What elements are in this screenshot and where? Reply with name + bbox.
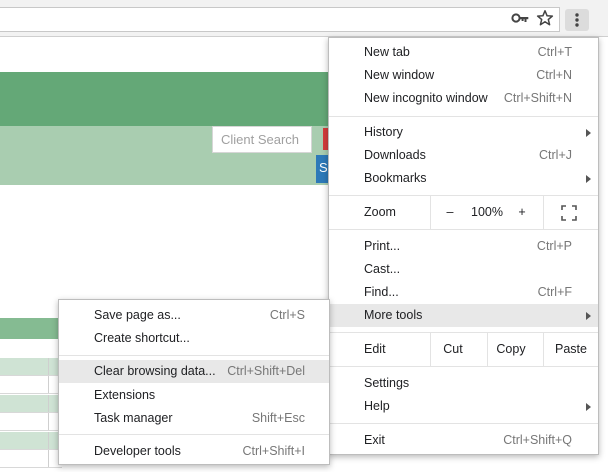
menu-item-help[interactable]: Help — [329, 395, 598, 418]
client-search-input[interactable]: Client Search — [212, 126, 312, 153]
zoom-level: 100% — [471, 205, 503, 219]
zoom-divider — [430, 196, 431, 229]
menu-item-label: Developer tools — [94, 444, 181, 458]
menu-item-bookmarks[interactable]: Bookmarks — [329, 167, 598, 190]
menu-item-label: History — [364, 125, 403, 139]
table-row — [0, 432, 62, 450]
table-row — [0, 395, 62, 413]
toolbar-band — [0, 153, 330, 185]
menu-item-label: Help — [364, 399, 390, 413]
fullscreen-icon[interactable] — [561, 205, 577, 221]
menu-item-create-shortcut[interactable]: Create shortcut... — [59, 327, 329, 350]
submenu-arrow-icon — [586, 312, 591, 320]
menu-item-save-page-as[interactable]: Save page as... Ctrl+S — [59, 304, 329, 327]
star-icon[interactable] — [536, 9, 554, 27]
chrome-main-menu: New tab Ctrl+T New window Ctrl+N New inc… — [328, 37, 599, 455]
menu-item-developer-tools[interactable]: Developer tools Ctrl+Shift+I — [59, 440, 329, 463]
menu-item-shortcut: Ctrl+T — [537, 45, 572, 59]
edit-label: Edit — [364, 342, 386, 356]
menu-item-label: Extensions — [94, 388, 156, 402]
more-tools-submenu: Save page as... Ctrl+S Create shortcut..… — [58, 299, 330, 465]
menu-item-clear-browsing-data[interactable]: Clear browsing data... Ctrl+Shift+Del — [59, 360, 329, 383]
zoom-label: Zoom — [364, 205, 396, 219]
menu-item-shortcut: Ctrl+S — [269, 308, 305, 322]
menu-item-label: More tools — [364, 308, 423, 322]
table-row — [0, 358, 62, 376]
zoom-row: Zoom – 100% + — [329, 196, 598, 229]
menu-item-shortcut: Ctrl+Shift+Q — [503, 433, 572, 447]
menu-item-settings[interactable]: Settings — [329, 372, 598, 395]
menu-item-shortcut: Ctrl+P — [536, 239, 572, 253]
menu-item-label: Task manager — [94, 411, 173, 425]
menu-item-label: New tab — [364, 45, 410, 59]
browser-toolbar — [0, 0, 608, 37]
menu-item-shortcut: Ctrl+N — [536, 68, 572, 82]
menu-item-shortcut: Shift+Esc — [251, 411, 305, 425]
menu-item-label: Save page as... — [94, 308, 181, 322]
menu-item-label: Create shortcut... — [94, 331, 190, 345]
menu-item-label: New window — [364, 68, 435, 82]
address-bar[interactable] — [0, 7, 560, 32]
cut-button[interactable]: Cut — [431, 342, 475, 356]
menu-separator — [329, 423, 598, 424]
menu-item-new-tab[interactable]: New tab Ctrl+T — [329, 41, 598, 64]
menu-item-exit[interactable]: Exit Ctrl+Shift+Q — [329, 429, 598, 452]
key-icon[interactable] — [511, 10, 529, 26]
menu-item-label: New incognito window — [364, 91, 488, 105]
menu-item-label: Find... — [364, 285, 399, 299]
menu-item-extensions[interactable]: Extensions — [59, 384, 329, 407]
table-header — [0, 318, 62, 339]
menu-separator — [59, 434, 329, 435]
menu-separator — [59, 355, 329, 356]
table-row — [0, 376, 62, 394]
zoom-in-button[interactable]: + — [514, 205, 530, 219]
menu-item-downloads[interactable]: Downloads Ctrl+J — [329, 144, 598, 167]
menu-item-more-tools[interactable]: More tools — [329, 304, 598, 327]
menu-item-history[interactable]: History — [329, 121, 598, 144]
submenu-arrow-icon — [586, 175, 591, 183]
menu-item-new-incognito-window[interactable]: New incognito window Ctrl+Shift+N — [329, 87, 598, 110]
menu-item-label: Downloads — [364, 148, 426, 162]
submenu-arrow-icon — [586, 129, 591, 137]
menu-item-label: Bookmarks — [364, 171, 427, 185]
menu-item-shortcut: Ctrl+Shift+I — [242, 444, 305, 458]
menu-separator — [329, 116, 598, 117]
menu-item-label: Clear browsing data... — [94, 364, 216, 378]
zoom-out-button[interactable]: – — [441, 205, 459, 219]
menu-separator — [329, 229, 598, 230]
menu-item-cast[interactable]: Cast... — [329, 258, 598, 281]
menu-item-shortcut: Ctrl+F — [537, 285, 572, 299]
page-header-band — [0, 72, 330, 126]
more-vert-icon[interactable] — [565, 9, 589, 31]
menu-item-label: Print... — [364, 239, 401, 253]
menu-item-new-window[interactable]: New window Ctrl+N — [329, 64, 598, 87]
menu-separator — [329, 366, 598, 367]
table-row — [0, 413, 62, 431]
copy-button[interactable]: Copy — [488, 342, 534, 356]
menu-item-shortcut: Ctrl+Shift+Del — [227, 364, 305, 378]
menu-item-label: Exit — [364, 433, 385, 447]
menu-item-task-manager[interactable]: Task manager Shift+Esc — [59, 407, 329, 430]
menu-item-label: Settings — [364, 376, 410, 390]
zoom-divider — [543, 196, 544, 229]
menu-item-find[interactable]: Find... Ctrl+F — [329, 281, 598, 304]
submenu-arrow-icon — [586, 403, 591, 411]
menu-item-shortcut: Ctrl+Shift+N — [503, 91, 572, 105]
edit-row: Edit Cut Copy Paste — [329, 333, 598, 366]
table-row — [0, 450, 62, 468]
menu-item-label: Cast... — [364, 262, 401, 276]
menu-item-shortcut: Ctrl+J — [539, 148, 572, 162]
menu-item-print[interactable]: Print... Ctrl+P — [329, 235, 598, 258]
paste-button[interactable]: Paste — [544, 342, 598, 356]
